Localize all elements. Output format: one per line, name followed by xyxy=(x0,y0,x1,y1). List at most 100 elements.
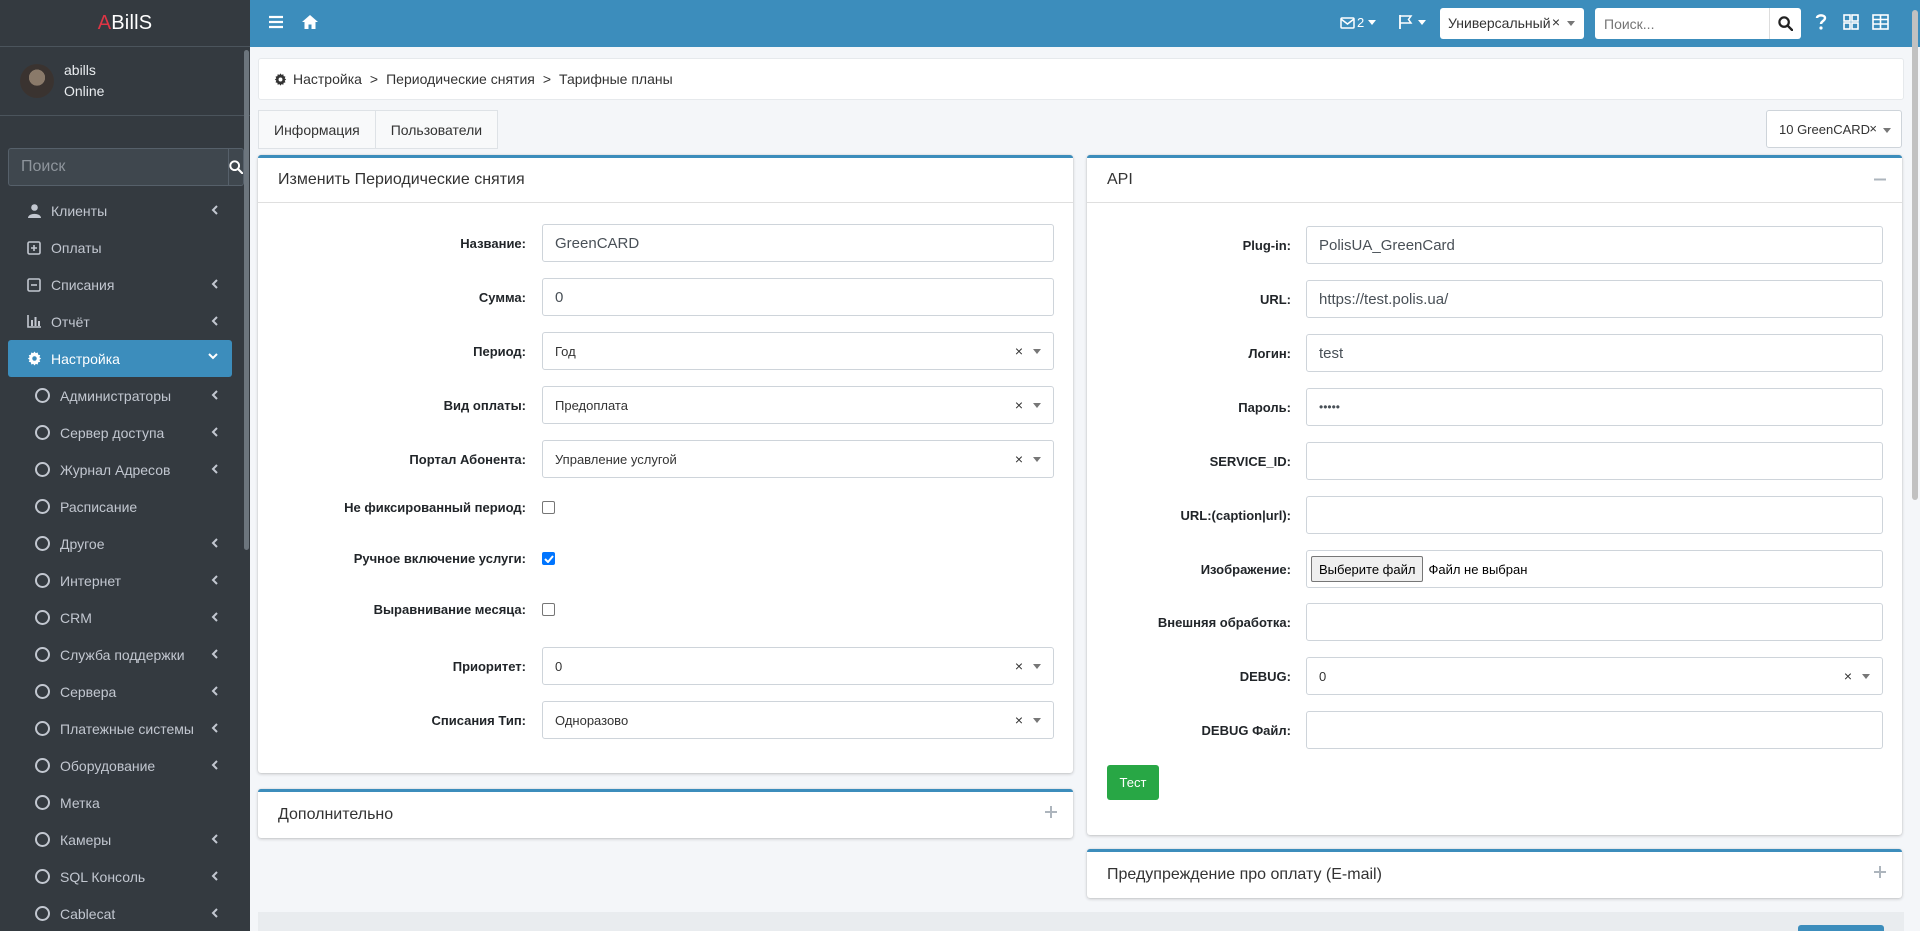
field-payment-type: Вид оплаты: Предоплата × xyxy=(258,386,1054,424)
tariff-plan-value: 10 GreenCARD xyxy=(1779,122,1871,137)
sidebar-search-button[interactable] xyxy=(228,148,244,186)
home-button[interactable] xyxy=(301,14,319,30)
sidebar-item-settings[interactable]: Настройка xyxy=(8,340,232,377)
choose-file-button[interactable]: Выберите файл xyxy=(1311,556,1424,582)
navbar-search-input[interactable] xyxy=(1595,8,1769,39)
quick-menu-button[interactable] xyxy=(1843,14,1859,30)
sidebar-subitem-schedule[interactable]: Расписание xyxy=(8,488,232,525)
field-value: 0 xyxy=(555,658,563,674)
plus-icon xyxy=(1045,806,1057,818)
navbar-search-button[interactable] xyxy=(1769,8,1801,39)
sidebar-subitem-address-log[interactable]: Журнал Адресов xyxy=(8,451,232,488)
sidebar-item-clients[interactable]: Клиенты xyxy=(8,192,232,229)
tariff-plan-select[interactable]: 10 GreenCARD × xyxy=(1766,110,1902,148)
sidebar-subitem-tags[interactable]: Метка xyxy=(8,784,232,821)
collapse-button[interactable] xyxy=(1874,178,1886,181)
sidebar-subitem-equipment[interactable]: Оборудование xyxy=(8,747,232,784)
breadcrumb-item[interactable]: Настройка xyxy=(293,71,362,87)
minus-icon xyxy=(1874,178,1886,181)
breadcrumb-item[interactable]: Периодические снятия xyxy=(386,71,535,87)
form-footer xyxy=(258,912,1904,931)
sidebar-subitem-internet[interactable]: Интернет xyxy=(8,562,232,599)
sidebar-subitem-payment-systems[interactable]: Платежные системы xyxy=(8,710,232,747)
sidebar-item-label: Камеры xyxy=(60,831,112,848)
sidebar-item-report[interactable]: Отчёт xyxy=(8,303,232,340)
menu-toggle-button[interactable] xyxy=(268,14,284,30)
tab-users[interactable]: Пользователи xyxy=(375,110,499,149)
submit-button[interactable] xyxy=(1798,925,1884,931)
clear-icon[interactable]: × xyxy=(1015,343,1023,359)
period-select[interactable]: Год × xyxy=(542,332,1054,370)
sidebar-search-input[interactable] xyxy=(8,148,228,186)
service-id-input[interactable] xyxy=(1306,442,1883,480)
image-file-input[interactable]: Выберите файл Файл не выбран xyxy=(1306,550,1883,588)
expand-button[interactable] xyxy=(1045,806,1057,818)
sidebar-subitem-cablecat[interactable]: Cablecat xyxy=(8,895,232,931)
chevron-left-icon xyxy=(211,279,218,289)
password-input[interactable]: ••••• xyxy=(1306,388,1883,426)
caret-down-icon xyxy=(1033,403,1041,408)
fee-type-select[interactable]: Одноразово × xyxy=(542,701,1054,739)
sidebar-item-fees[interactable]: Списания xyxy=(8,266,232,303)
not-fixed-period-checkbox[interactable] xyxy=(542,501,555,514)
sidebar-subitem-cameras[interactable]: Камеры xyxy=(8,821,232,858)
sidebar-item-label: CRM xyxy=(60,609,92,626)
sidebar-subitem-support[interactable]: Служба поддержки xyxy=(8,636,232,673)
clear-icon[interactable]: × xyxy=(1015,712,1023,728)
caret-down-icon xyxy=(1862,674,1870,679)
priority-select[interactable]: 0 × xyxy=(542,647,1054,685)
sidebar-scrollbar[interactable] xyxy=(244,50,249,550)
sidebar-subitem-admins[interactable]: Администраторы xyxy=(8,377,232,414)
breadcrumb-item[interactable]: Тарифные планы xyxy=(559,71,673,87)
sidebar-item-payments[interactable]: Оплаты xyxy=(8,229,232,266)
events-dropdown[interactable] xyxy=(1398,14,1426,30)
expand-button[interactable] xyxy=(1874,866,1886,878)
clear-icon[interactable]: × xyxy=(1869,121,1877,136)
sidebar-subitem-servers[interactable]: Сервера xyxy=(8,673,232,710)
app-logo[interactable]: A BillS xyxy=(0,0,250,47)
mode-select[interactable]: Универсальный × xyxy=(1440,8,1584,39)
sidebar-subitem-sql-console[interactable]: SQL Консоль xyxy=(8,858,232,895)
url-caption-input[interactable] xyxy=(1306,496,1883,534)
avatar[interactable] xyxy=(20,64,54,98)
page-scrollbar[interactable] xyxy=(1912,10,1918,500)
layout-button[interactable] xyxy=(1872,14,1889,30)
external-processing-input[interactable] xyxy=(1306,603,1883,641)
sidebar-item-label: Расписание xyxy=(60,498,138,515)
sidebar-subitem-access-server[interactable]: Сервер доступа xyxy=(8,414,232,451)
caret-down-icon xyxy=(1033,664,1041,669)
clear-icon[interactable]: × xyxy=(1015,451,1023,467)
warning-card-header[interactable]: Предупреждение про оплату (E-mail) xyxy=(1087,852,1902,898)
portal-select[interactable]: Управление услугой × xyxy=(542,440,1054,478)
name-input[interactable]: GreenCARD xyxy=(542,224,1054,262)
gear-icon xyxy=(274,72,287,86)
home-icon xyxy=(302,15,318,29)
sum-input[interactable]: 0 xyxy=(542,278,1054,316)
clear-icon[interactable]: × xyxy=(1844,668,1852,684)
sidebar-item-label: Сервера xyxy=(60,683,117,700)
circle-icon xyxy=(34,795,50,810)
debug-file-input[interactable] xyxy=(1306,711,1883,749)
tab-info[interactable]: Информация xyxy=(258,110,376,149)
align-month-checkbox[interactable] xyxy=(542,603,555,616)
extra-card-header[interactable]: Дополнительно xyxy=(258,792,1073,838)
tabs: Информация Пользователи xyxy=(258,110,499,149)
payment-type-select[interactable]: Предоплата × xyxy=(542,386,1054,424)
clear-icon[interactable]: × xyxy=(1015,397,1023,413)
messages-dropdown[interactable]: 2 xyxy=(1340,15,1377,30)
plugin-input[interactable]: PolisUA_GreenCard xyxy=(1306,226,1883,264)
debug-select[interactable]: 0 × xyxy=(1306,657,1883,695)
manual-activation-checkbox[interactable] xyxy=(542,552,555,565)
clear-icon[interactable]: × xyxy=(1552,14,1560,30)
circle-icon xyxy=(34,388,50,403)
test-button[interactable]: Тест xyxy=(1107,765,1159,800)
field-login: Логин: test xyxy=(1087,334,1883,372)
sidebar-subitem-crm[interactable]: CRM xyxy=(8,599,232,636)
circle-icon xyxy=(34,758,50,773)
login-input[interactable]: test xyxy=(1306,334,1883,372)
clear-icon[interactable]: × xyxy=(1015,658,1023,674)
help-button[interactable] xyxy=(1815,13,1827,30)
user-name[interactable]: abills xyxy=(64,60,104,81)
sidebar-subitem-other[interactable]: Другое xyxy=(8,525,232,562)
url-input[interactable]: https://test.polis.ua/ xyxy=(1306,280,1883,318)
